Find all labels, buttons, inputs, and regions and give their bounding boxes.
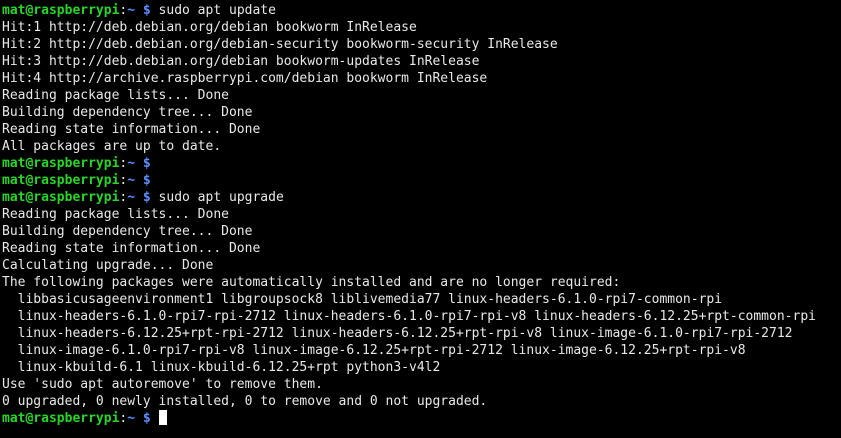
prompt-user-host: mat@raspberrypi bbox=[2, 190, 120, 205]
command-text: sudo apt upgrade bbox=[158, 190, 284, 205]
prompt-path: ~ bbox=[127, 411, 136, 426]
prompt-line: mat@raspberrypi:~ $ sudo apt upgrade bbox=[2, 189, 841, 206]
output-line: linux-headers-6.12.25+rpt-rpi-2712 linux… bbox=[2, 326, 793, 341]
output-line: Building dependency tree... Done bbox=[2, 224, 253, 239]
output-line: Reading package lists... Done bbox=[2, 88, 229, 103]
output-line: Hit:1 http://deb.debian.org/debian bookw… bbox=[2, 20, 417, 35]
output-line: All packages are up to date. bbox=[2, 139, 222, 154]
output-line: linux-kbuild-6.1 linux-kbuild-6.12.25+rp… bbox=[2, 360, 441, 375]
output-line: Reading state information... Done bbox=[2, 241, 261, 256]
output-line: Reading state information... Done bbox=[2, 122, 261, 137]
prompt-path: ~ bbox=[127, 190, 136, 205]
output-line: libbasicusageenvironment1 libgroupsock8 … bbox=[2, 292, 723, 307]
output-line: Reading package lists... Done bbox=[2, 207, 229, 222]
output-line: linux-image-6.1.0-rpi7-rpi-v8 linux-imag… bbox=[2, 343, 746, 358]
output-line: Use 'sudo apt autoremove' to remove them… bbox=[2, 377, 323, 392]
prompt-path: ~ bbox=[127, 3, 136, 18]
command-text: sudo apt update bbox=[158, 3, 276, 18]
terminal-window[interactable]: mat@raspberrypi:~ $ sudo apt update Hit:1… bbox=[2, 2, 841, 438]
prompt-user-host: mat@raspberrypi bbox=[2, 156, 120, 171]
output-line: Hit:2 http://deb.debian.org/debian-secur… bbox=[2, 37, 558, 52]
output-line: Building dependency tree... Done bbox=[2, 105, 253, 120]
text-cursor[interactable] bbox=[158, 410, 167, 425]
prompt-symbol: $ bbox=[135, 411, 159, 426]
output-line: The following packages were automaticall… bbox=[2, 275, 621, 290]
prompt-symbol: $ bbox=[135, 173, 159, 188]
output-line: Calculating upgrade... Done bbox=[2, 258, 214, 273]
prompt-line: mat@raspberrypi:~ $ bbox=[2, 172, 841, 189]
prompt-user-host: mat@raspberrypi bbox=[2, 3, 120, 18]
output-line: linux-headers-6.1.0-rpi7-rpi-2712 linux-… bbox=[2, 309, 816, 324]
output-line: Hit:4 http://archive.raspberrypi.com/deb… bbox=[2, 71, 488, 86]
prompt-symbol: $ bbox=[135, 190, 159, 205]
prompt-path: ~ bbox=[127, 173, 136, 188]
prompt-line: mat@raspberrypi:~ $ bbox=[2, 155, 841, 172]
prompt-path: ~ bbox=[127, 156, 136, 171]
output-line: Hit:3 http://deb.debian.org/debian bookw… bbox=[2, 54, 480, 69]
prompt-symbol: $ bbox=[135, 156, 159, 171]
output-line: 0 upgraded, 0 newly installed, 0 to remo… bbox=[2, 394, 488, 409]
prompt-user-host: mat@raspberrypi bbox=[2, 411, 120, 426]
prompt-line: mat@raspberrypi:~ $ bbox=[2, 410, 841, 427]
prompt-line: mat@raspberrypi:~ $ sudo apt update bbox=[2, 2, 841, 19]
prompt-user-host: mat@raspberrypi bbox=[2, 173, 120, 188]
prompt-symbol: $ bbox=[135, 3, 159, 18]
